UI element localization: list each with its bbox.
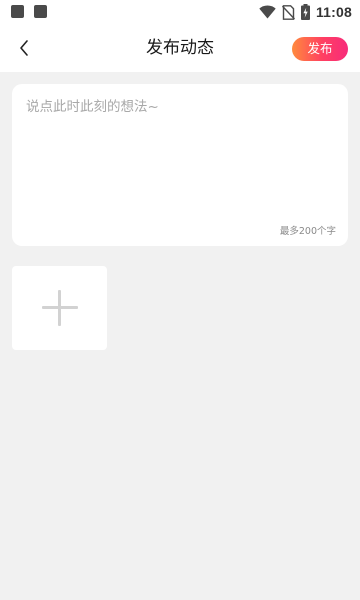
add-image-button[interactable]: [12, 266, 107, 350]
clock-time: 11:08: [315, 4, 352, 20]
plus-icon: [42, 290, 78, 326]
status-icons: 11:08: [259, 3, 352, 21]
post-content-input[interactable]: [26, 96, 334, 216]
status-bar: 11:08: [0, 0, 360, 24]
notification-square-icon: [11, 5, 24, 18]
publish-button[interactable]: 发布: [292, 37, 348, 61]
no-sim-icon: [281, 4, 295, 20]
notification-square-icon: [34, 5, 47, 18]
char-limit-hint: 最多200个字: [279, 226, 336, 237]
top-navigation-bar: 发布动态 发布: [0, 24, 360, 72]
battery-charging-icon: [300, 4, 310, 20]
compose-card: 最多200个字: [12, 84, 348, 246]
wifi-icon: [259, 5, 276, 19]
